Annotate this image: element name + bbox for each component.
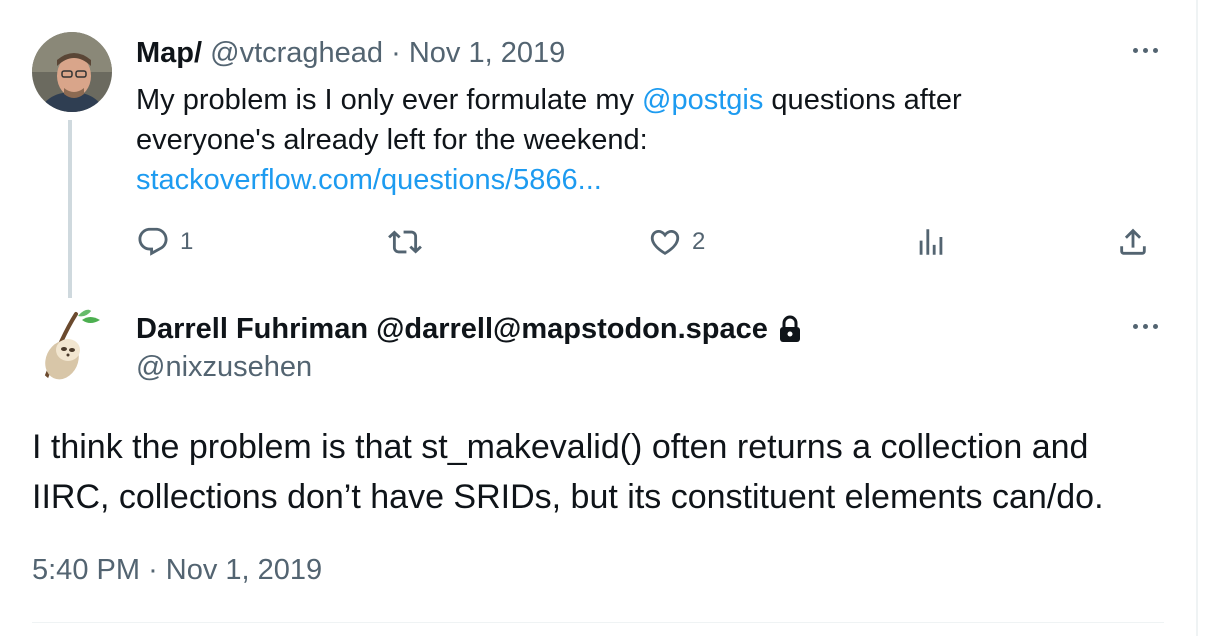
reply-count: 1	[180, 228, 194, 255]
more-icon	[1128, 40, 1162, 60]
avatar[interactable]	[32, 32, 112, 112]
share-icon	[1120, 228, 1146, 255]
tweet-timestamp[interactable]: 5:40 PM · Nov 1, 2019	[32, 552, 322, 588]
reply-button[interactable]: 1	[136, 220, 193, 264]
reply-icon	[138, 227, 168, 256]
tweet-time: 5:40 PM	[32, 554, 140, 586]
tweet-date[interactable]: Nov 1, 2019	[409, 37, 565, 69]
tweet-text: I think the problem is that st_makevalid…	[32, 428, 1104, 516]
action-bar: 1 2	[136, 220, 1156, 264]
thread-line	[68, 120, 72, 298]
separator: ·	[148, 554, 158, 586]
like-count: 2	[692, 228, 706, 255]
display-name-text: Darrell Fuhriman @darrell@mapstodon.spac…	[136, 313, 768, 345]
avatar[interactable]	[32, 306, 112, 386]
tweet-text: My problem is I only ever formulate my @…	[136, 80, 1036, 200]
mention-link[interactable]: @postgis	[642, 84, 763, 116]
user-handle[interactable]: @nixzusehen	[136, 350, 312, 384]
lock-icon	[779, 315, 800, 342]
tweet-header: Map/ @vtcraghead · Nov 1, 2019	[136, 36, 565, 70]
more-icon	[1128, 316, 1162, 336]
views-button[interactable]	[914, 220, 948, 264]
display-name[interactable]: Map/	[136, 37, 202, 69]
divider	[32, 622, 1164, 623]
more-options-button[interactable]	[1128, 40, 1162, 60]
column-border	[1196, 0, 1198, 636]
retweet-icon	[388, 230, 422, 254]
like-button[interactable]: 2	[648, 220, 705, 264]
tweet-date: Nov 1, 2019	[165, 554, 323, 586]
display-name[interactable]: Darrell Fuhriman @darrell@mapstodon.spac…	[136, 312, 802, 346]
url-link[interactable]: stackoverflow.com/questions/5866...	[136, 164, 602, 196]
more-options-button[interactable]	[1128, 316, 1162, 336]
tweet-text-part: My problem is I only ever formulate my	[136, 84, 643, 116]
user-handle[interactable]: @vtcraghead	[210, 37, 383, 69]
views-icon	[919, 229, 943, 255]
heart-icon	[650, 229, 680, 255]
separator: ·	[391, 37, 401, 69]
share-button[interactable]	[1116, 220, 1150, 264]
retweet-button[interactable]	[388, 220, 432, 264]
